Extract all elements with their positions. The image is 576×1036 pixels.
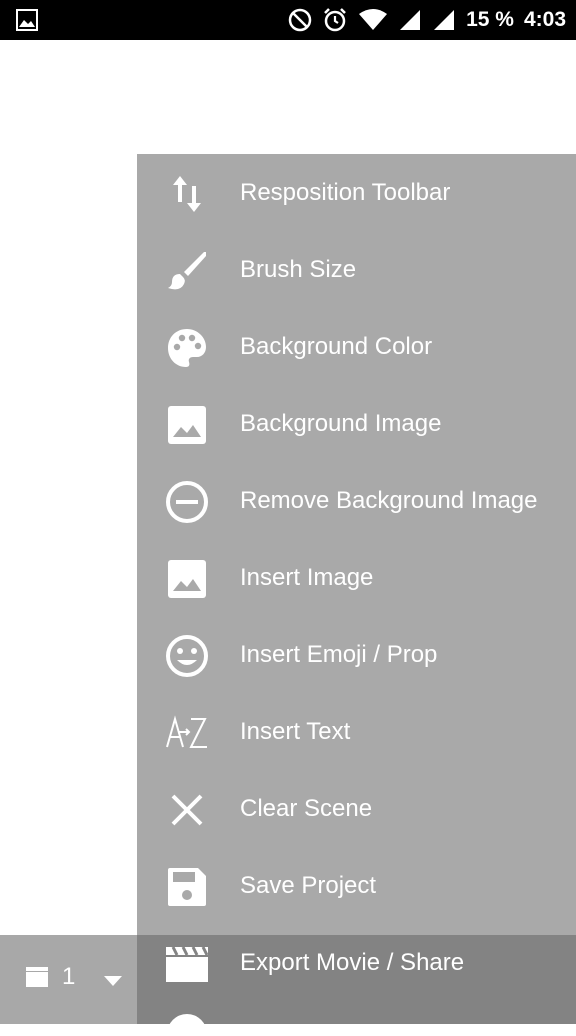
smiley-icon	[165, 634, 209, 678]
menu-item-label: Insert Text	[240, 718, 351, 745]
brush-icon	[165, 249, 209, 293]
menu-item-label: Insert Image	[240, 564, 374, 591]
gallery-notification-icon	[16, 9, 38, 36]
menu-item-label: Save Project	[240, 872, 377, 899]
scene-dropdown-icon[interactable]	[104, 973, 122, 991]
wifi-icon	[358, 8, 388, 32]
menu-item-insert-text[interactable]: Insert Text	[137, 693, 576, 770]
menu-item-label: Resposition Toolbar	[240, 179, 451, 206]
menu-item-background-color[interactable]: Background Color	[137, 308, 576, 385]
image-icon	[165, 403, 209, 447]
menu-item-remove-background-image[interactable]: Remove Background Image	[137, 462, 576, 539]
scene-selector-area: 1	[0, 935, 137, 1024]
menu-item-label: Export Movie / Share	[240, 949, 465, 976]
text-az-icon	[165, 711, 209, 755]
scene-clapper-icon	[26, 967, 48, 992]
menu-item-label: Clear Scene	[240, 795, 373, 822]
save-icon	[165, 865, 209, 909]
menu-item-background-image[interactable]: Background Image	[137, 385, 576, 462]
signal-icon-2	[432, 8, 456, 32]
remove-circle-icon	[165, 480, 209, 524]
menu-item-insert-emoji[interactable]: Insert Emoji / Prop	[137, 616, 576, 693]
battery-percent: 15 %	[466, 8, 514, 31]
menu-item-label: Brush Size	[240, 256, 357, 283]
palette-icon	[165, 326, 209, 370]
image-icon	[165, 557, 209, 601]
menu-item-export-movie[interactable]: Export Movie / Share	[137, 924, 576, 1001]
signal-icon	[398, 8, 422, 32]
status-indicators: 15 % 4:03	[288, 0, 566, 40]
close-icon	[165, 788, 209, 832]
menu-item-label: Background Image	[240, 410, 442, 437]
reposition-arrows-icon	[165, 172, 209, 216]
do-not-disturb-icon	[288, 8, 312, 32]
clapperboard-icon	[165, 942, 209, 986]
menu-item-save-project[interactable]: Save Project	[137, 847, 576, 924]
status-bar: 15 % 4:03	[0, 0, 576, 40]
menu-item-reposition-toolbar[interactable]: Resposition Toolbar	[137, 154, 576, 231]
partial-next-item-icon	[165, 1012, 209, 1036]
overflow-menu: Resposition Toolbar Brush Size Backgroun…	[137, 154, 576, 1036]
menu-item-label: Remove Background Image	[240, 487, 538, 514]
menu-item-label: Insert Emoji / Prop	[240, 641, 438, 668]
menu-item-brush-size[interactable]: Brush Size	[137, 231, 576, 308]
menu-item-clear-scene[interactable]: Clear Scene	[137, 770, 576, 847]
menu-item-insert-image[interactable]: Insert Image	[137, 539, 576, 616]
alarm-icon	[322, 7, 348, 33]
clock: 4:03	[523, 8, 566, 31]
scene-number[interactable]: 1	[62, 963, 75, 991]
menu-item-label: Background Color	[240, 333, 433, 360]
